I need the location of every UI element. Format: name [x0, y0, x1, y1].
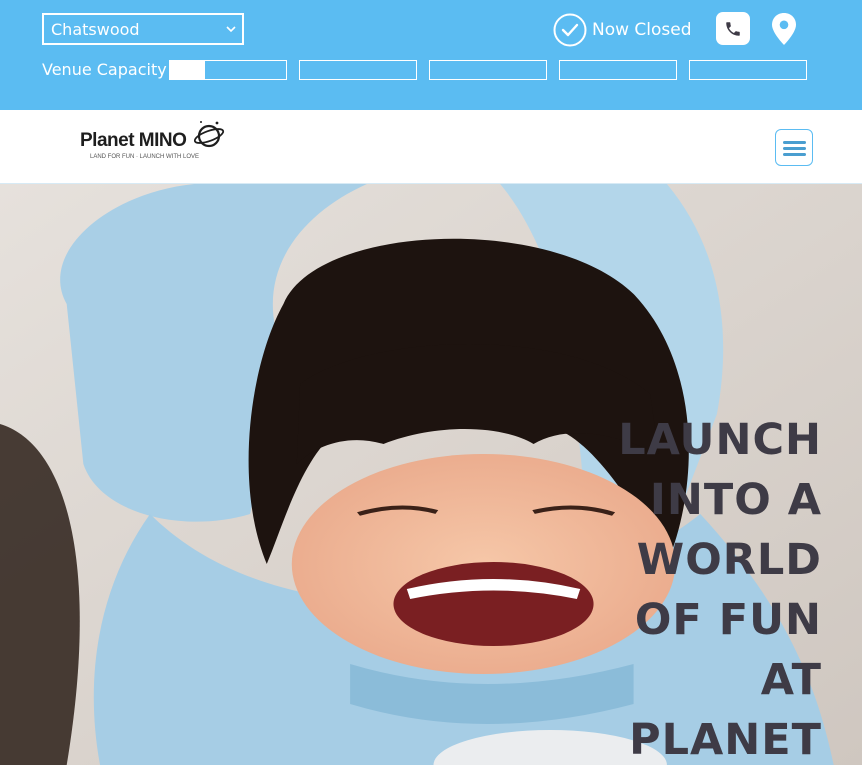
- hero-heading-line: LAUNCH: [618, 415, 822, 465]
- capacity-label: Venue Capacity: [42, 60, 167, 79]
- capacity-meter: [169, 60, 809, 81]
- logo-tagline: LAND FOR FUN · LAUNCH WITH LOVE: [90, 154, 200, 160]
- hero-heading-line: WORLD: [636, 535, 822, 585]
- location-select[interactable]: Chatswood: [42, 13, 244, 45]
- phone-icon: [726, 21, 740, 36]
- capacity-segment-5: [689, 60, 807, 80]
- hero-heading: LAUNCH INTO A WORLD OF FUN AT PLANET: [502, 410, 822, 765]
- capacity-segment-1: [169, 60, 287, 80]
- capacity-segment-fill: [170, 61, 205, 79]
- location-pin-icon[interactable]: [770, 12, 798, 46]
- hero-banner: LAUNCH INTO A WORLD OF FUN AT PLANET: [0, 184, 862, 765]
- hamburger-line: [783, 147, 806, 150]
- hero-heading-line: AT: [760, 655, 822, 705]
- hero-heading-line: INTO A: [649, 475, 822, 525]
- phone-button[interactable]: [716, 12, 750, 45]
- chevron-down-icon: [226, 26, 236, 33]
- capacity-segment-4: [559, 60, 677, 80]
- saturn-logo-icon: [193, 121, 225, 148]
- capacity-segment-2: [299, 60, 417, 80]
- opening-status: Now Closed: [553, 13, 692, 47]
- clock-icon: [553, 13, 587, 47]
- hamburger-menu-button[interactable]: [775, 129, 813, 166]
- capacity-segment-3: [429, 60, 547, 80]
- hero-heading-line: OF FUN: [634, 595, 822, 645]
- logo-wordmark: Planet MINO: [80, 130, 187, 151]
- hamburger-line: [783, 141, 806, 144]
- hero-photo: [0, 184, 862, 765]
- top-info-bar: Chatswood Now Closed Venue Capacity: [0, 0, 862, 110]
- hamburger-line: [783, 153, 806, 156]
- site-logo[interactable]: Planet MINO LAND FOR FUN · LAUNCH WITH L…: [80, 118, 225, 166]
- status-text: Now Closed: [592, 20, 692, 40]
- location-select-value: Chatswood: [51, 20, 140, 39]
- hero-heading-line: PLANET: [629, 715, 822, 765]
